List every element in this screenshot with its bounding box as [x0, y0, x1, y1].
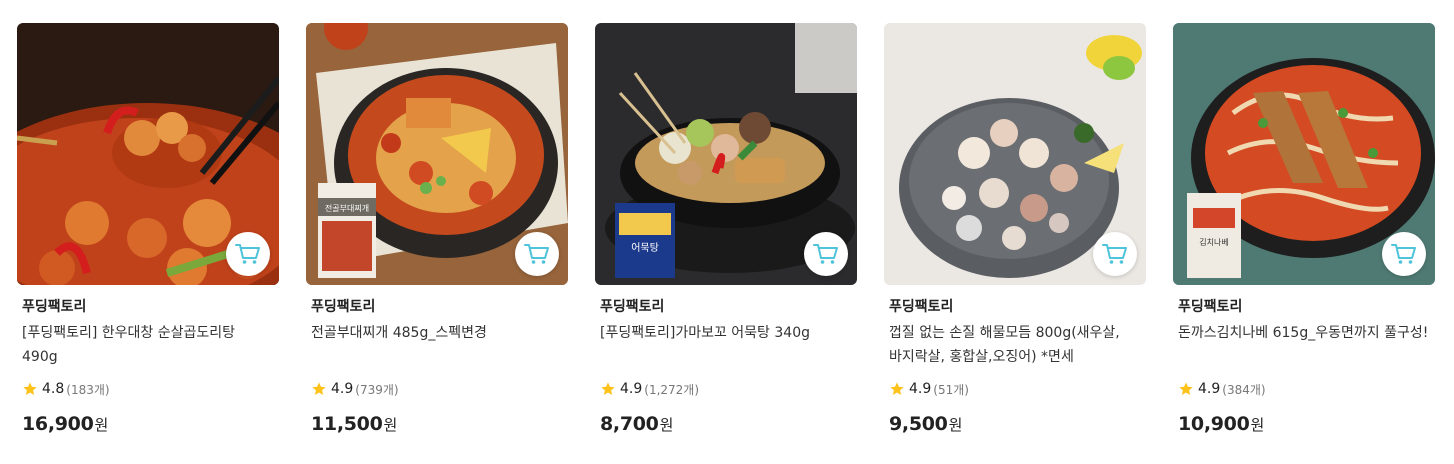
product-card[interactable]: 어묵탕 푸딩팩토리 [푸딩팩토리]가마보꼬 어묵탕 340g 4.9 (1,27… — [595, 23, 857, 435]
product-rating: 4.9 (384개) — [1178, 379, 1435, 399]
rating-score: 4.8 — [42, 381, 65, 397]
add-to-cart-button[interactable] — [226, 232, 270, 276]
brand-name: 푸딩팩토리 — [311, 299, 376, 315]
product-image[interactable]: 어묵탕 — [595, 23, 857, 285]
review-count: (51개) — [933, 382, 969, 397]
review-count: (739개) — [355, 382, 399, 397]
product-name[interactable]: [푸딩팩토리]가마보꼬 어묵탕 340g — [600, 321, 852, 369]
cart-icon — [813, 244, 838, 264]
product-price: 16,900 원 — [22, 413, 279, 435]
product-image[interactable]: 전골부대찌개 — [306, 23, 568, 285]
product-rating: 4.9 (1,272개) — [600, 379, 857, 399]
product-name[interactable]: [푸딩팩토리] 한우대창 순살곱도리탕 490g — [22, 321, 274, 369]
cart-icon — [1391, 244, 1416, 264]
price-currency: 원 — [383, 416, 398, 434]
product-rating: 4.9 (739개) — [311, 379, 568, 399]
product-rating: 4.9 (51개) — [889, 379, 1146, 399]
product-name[interactable]: 껍질 없는 손질 해물모듬 800g(새우살,바지락살, 홍합살,오징어) *면… — [889, 321, 1141, 369]
product-card[interactable]: 전골부대찌개 푸딩팩토리 전골부대찌개 485g_스펙변경 4.9 (739개)… — [306, 23, 568, 435]
price-amount: 16,900 — [22, 413, 94, 435]
product-card[interactable]: 김치나베 푸딩팩토리 돈까스김치나베 615g_우동면까지 풀구성! 4.9 (… — [1173, 23, 1435, 435]
product-name[interactable]: 돈까스김치나베 615g_우동면까지 풀구성! — [1178, 321, 1430, 369]
star-icon — [601, 382, 615, 395]
price-currency: 원 — [1250, 416, 1265, 434]
rating-score: 4.9 — [331, 381, 354, 397]
product-card[interactable]: 푸딩팩토리 껍질 없는 손질 해물모듬 800g(새우살,바지락살, 홍합살,오… — [884, 23, 1146, 435]
rating-score: 4.9 — [909, 381, 932, 397]
cart-icon — [235, 244, 260, 264]
rating-score: 4.9 — [620, 381, 643, 397]
review-count: (183개) — [66, 382, 110, 397]
brand-name: 푸딩팩토리 — [889, 299, 954, 315]
review-count: (1,272개) — [644, 382, 700, 397]
product-name[interactable]: 전골부대찌개 485g_스펙변경 — [311, 321, 563, 369]
product-image[interactable]: 김치나베 — [1173, 23, 1435, 285]
add-to-cart-button[interactable] — [1093, 232, 1137, 276]
price-currency: 원 — [948, 416, 963, 434]
star-icon — [1179, 382, 1193, 395]
price-amount: 10,900 — [1178, 413, 1250, 435]
product-image[interactable] — [17, 23, 279, 285]
brand-name: 푸딩팩토리 — [1178, 299, 1243, 315]
product-grid: 푸딩팩토리 [푸딩팩토리] 한우대창 순살곱도리탕 490g 4.8 (183개… — [0, 0, 1454, 464]
product-price: 9,500 원 — [889, 413, 1146, 435]
brand-name: 푸딩팩토리 — [600, 299, 665, 315]
price-currency: 원 — [94, 416, 109, 434]
add-to-cart-button[interactable] — [1382, 232, 1426, 276]
svg-text:어묵탕: 어묵탕 — [631, 242, 659, 254]
add-to-cart-button[interactable] — [804, 232, 848, 276]
svg-text:김치나베: 김치나베 — [1199, 237, 1228, 247]
cart-icon — [1102, 244, 1127, 264]
star-icon — [890, 382, 904, 395]
svg-text:전골부대찌개: 전골부대찌개 — [325, 203, 369, 213]
review-count: (384개) — [1222, 382, 1266, 397]
price-amount: 11,500 — [311, 413, 383, 435]
brand-name: 푸딩팩토리 — [22, 299, 87, 315]
star-icon — [312, 382, 326, 395]
cart-icon — [524, 244, 549, 264]
add-to-cart-button[interactable] — [515, 232, 559, 276]
price-currency: 원 — [659, 416, 674, 434]
product-price: 8,700 원 — [600, 413, 857, 435]
product-card[interactable]: 푸딩팩토리 [푸딩팩토리] 한우대창 순살곱도리탕 490g 4.8 (183개… — [17, 23, 279, 435]
product-price: 10,900 원 — [1178, 413, 1435, 435]
product-price: 11,500 원 — [311, 413, 568, 435]
price-amount: 8,700 — [600, 413, 659, 435]
star-icon — [23, 382, 37, 395]
price-amount: 9,500 — [889, 413, 948, 435]
rating-score: 4.9 — [1198, 381, 1221, 397]
product-image[interactable] — [884, 23, 1146, 285]
product-rating: 4.8 (183개) — [22, 379, 279, 399]
